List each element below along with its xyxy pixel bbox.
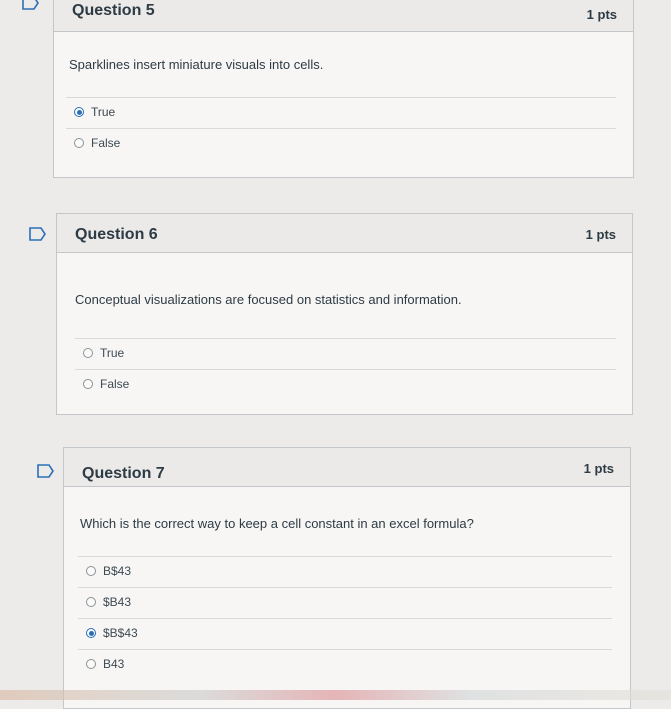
flag-question-icon[interactable] xyxy=(37,464,55,478)
question-text: Sparklines insert miniature visuals into… xyxy=(69,57,324,72)
answer-label: B$43 xyxy=(103,564,132,578)
answer-option[interactable]: B43 xyxy=(78,649,612,680)
answer-label: $B$43 xyxy=(103,626,138,640)
dock-strip xyxy=(0,690,671,700)
answer-label: True xyxy=(100,346,125,360)
answer-list: True False xyxy=(75,338,616,400)
radio-button[interactable] xyxy=(83,379,93,389)
answer-option[interactable]: True xyxy=(66,97,616,128)
answer-label: False xyxy=(100,377,130,391)
answer-label: False xyxy=(91,136,121,150)
radio-button[interactable] xyxy=(86,659,96,669)
answer-option[interactable]: True xyxy=(75,338,616,369)
flag-question-icon[interactable] xyxy=(29,227,47,241)
answer-option[interactable]: $B$43 xyxy=(78,618,612,649)
answer-list: B$43 $B43 $B$43 B43 xyxy=(78,556,612,680)
question-card: Question 6 1 pts Conceptual visualizatio… xyxy=(56,213,633,415)
question-header: Question 5 1 pts xyxy=(54,0,633,32)
question-text: Conceptual visualizations are focused on… xyxy=(75,292,462,307)
question-card: Question 7 1 pts Which is the correct wa… xyxy=(63,447,631,709)
answer-label: True xyxy=(91,105,116,119)
question-text: Which is the correct way to keep a cell … xyxy=(80,516,474,531)
answer-option[interactable]: $B43 xyxy=(78,587,612,618)
radio-button[interactable] xyxy=(86,597,96,607)
radio-button[interactable] xyxy=(86,566,96,576)
question-title: Question 6 xyxy=(75,226,158,243)
answer-option[interactable]: False xyxy=(75,369,616,400)
radio-button[interactable] xyxy=(86,628,96,638)
answer-label: B43 xyxy=(103,657,125,671)
question-header: Question 6 1 pts xyxy=(57,214,632,253)
answer-label: $B43 xyxy=(103,595,132,609)
question-points: 1 pts xyxy=(583,461,614,476)
question-header: Question 7 1 pts xyxy=(64,448,630,487)
radio-button[interactable] xyxy=(83,348,93,358)
answer-option[interactable]: False xyxy=(66,128,616,159)
answer-list: True False xyxy=(66,97,616,159)
question-points: 1 pts xyxy=(586,7,617,22)
question-title: Question 7 xyxy=(82,465,165,482)
question-card: Question 5 1 pts Sparklines insert minia… xyxy=(53,0,634,178)
flag-question-icon[interactable] xyxy=(22,0,40,10)
radio-button[interactable] xyxy=(74,138,84,148)
question-points: 1 pts xyxy=(585,227,616,242)
question-title: Question 5 xyxy=(72,2,155,19)
radio-button[interactable] xyxy=(74,107,84,117)
answer-option[interactable]: B$43 xyxy=(78,556,612,587)
